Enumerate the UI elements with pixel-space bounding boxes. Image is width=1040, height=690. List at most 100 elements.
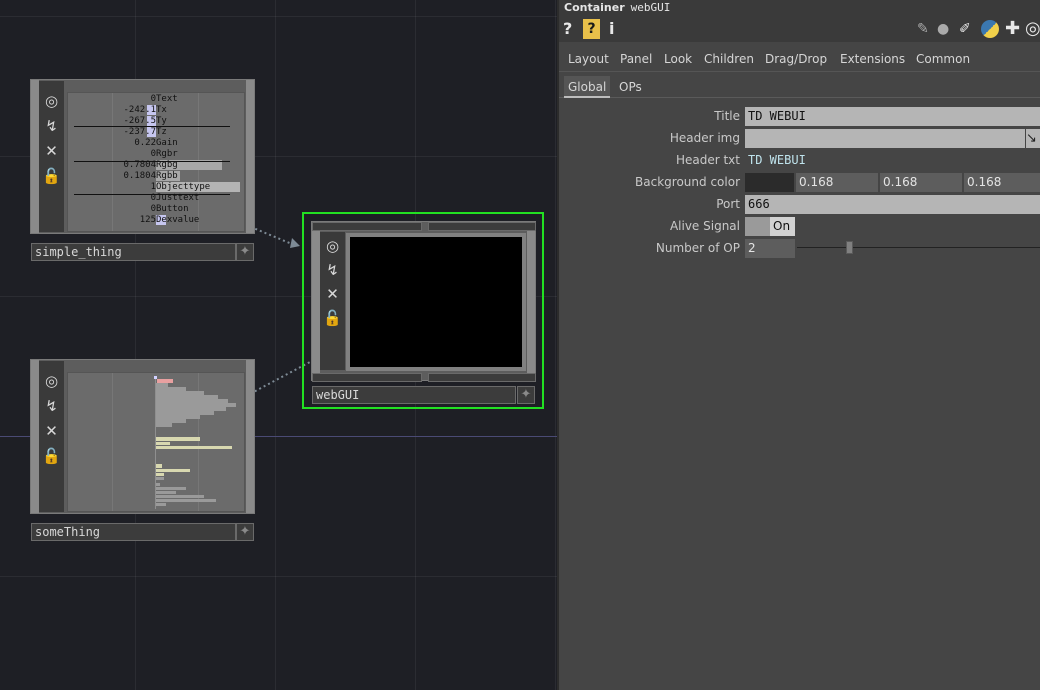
param-header-img: Header img ↘ <box>559 128 1040 148</box>
file-browse-icon[interactable]: ↘ <box>1026 129 1040 148</box>
node-name-label[interactable]: webGUI <box>312 386 516 404</box>
node-name-label[interactable]: someThing <box>31 523 236 541</box>
histogram-bar <box>156 464 162 468</box>
histogram-bar <box>156 491 176 494</box>
histogram-bar <box>156 437 200 441</box>
tab-layout[interactable]: Layout <box>568 46 609 72</box>
parameter-row-name: Tx <box>156 105 167 115</box>
node-viewer <box>67 372 245 512</box>
header-img-field[interactable] <box>745 129 1025 148</box>
parameter-row-name: Ty <box>156 116 167 126</box>
parameter-row-name: Tz <box>156 127 167 137</box>
bypass-icon[interactable]: ↯ <box>320 258 345 282</box>
color-r-field[interactable]: 0.168 <box>796 173 878 192</box>
close-icon[interactable]: ✕ <box>320 282 345 306</box>
lock-icon[interactable]: 🔓 <box>39 164 64 188</box>
header-txt-field[interactable]: TD WEBUI <box>745 151 1040 170</box>
parameter-row-name: Objecttype <box>156 182 211 192</box>
histogram-bar <box>156 473 164 476</box>
alive-signal-toggle[interactable]: On <box>770 217 795 236</box>
info-icon[interactable]: i <box>609 19 614 39</box>
viewer-icon[interactable]: ◎ <box>39 369 64 393</box>
parameter-row-name: Rgbr <box>156 149 178 159</box>
node-add-button[interactable]: ✦ <box>236 243 254 261</box>
comment-icon[interactable]: ● <box>937 19 949 39</box>
param-header-txt-label: Header txt <box>675 153 740 167</box>
tab-look[interactable]: Look <box>664 46 692 72</box>
param-background-color: Background color 0.168 0.168 0.168 <box>559 172 1040 192</box>
node-simple-thing[interactable]: ◎ ↯ ✕ 🔓 0 Text -242.1 Tx -267.5 Ty -237.… <box>30 79 256 261</box>
edit-pencil-icon[interactable]: ✎ <box>917 19 929 39</box>
tab-drag-drop[interactable]: Drag/Drop <box>765 46 827 72</box>
parameter-row-value: 0.22 <box>134 138 156 148</box>
port-field[interactable]: 666 <box>745 195 1040 214</box>
clipboard-icon[interactable]: ✐ <box>959 19 971 39</box>
tab-children[interactable]: Children <box>704 46 754 72</box>
parameter-panel: Container webGUI ? ? i ✎ ● ✐ ✚ ◎ Layout P… <box>557 0 1040 690</box>
viewer-gridline <box>112 373 113 511</box>
close-icon[interactable]: ✕ <box>39 139 64 163</box>
param-number-of-op: Number of OP 2 <box>559 238 1040 258</box>
close-icon[interactable]: ✕ <box>39 419 64 443</box>
panel-header: Container webGUI <box>559 0 1040 16</box>
parameter-row: -237.7 Tz <box>68 127 244 138</box>
tab-common[interactable]: Common <box>916 46 970 72</box>
parameter-subpage-tabs: Global OPs <box>559 76 1040 98</box>
param-alive-signal: Alive Signal On <box>559 216 1040 236</box>
slider-track[interactable] <box>797 247 1040 248</box>
node-left-edge <box>31 360 39 513</box>
parameter-row-value: 0.1804 <box>123 171 156 181</box>
panel-toolbar: ? ? i ✎ ● ✐ ✚ ◎ <box>559 16 1040 42</box>
parameter-row: 125 Dexvalue <box>68 215 244 226</box>
parameter-row-name: Rgbb <box>156 171 178 181</box>
param-port: Port 666 <box>559 194 1040 214</box>
color-g-field[interactable]: 0.168 <box>880 173 962 192</box>
lock-icon[interactable]: 🔓 <box>320 306 345 330</box>
bypass-icon[interactable]: ↯ <box>39 394 64 418</box>
lock-icon[interactable]: 🔓 <box>39 444 64 468</box>
node-add-button[interactable]: ✦ <box>236 523 254 541</box>
toggle-indicator[interactable] <box>745 217 770 236</box>
node-left-edge <box>31 80 39 233</box>
histogram-bar <box>156 499 216 502</box>
viewer-icon[interactable]: ◎ <box>320 234 345 258</box>
plus-icon[interactable]: ✚ <box>1005 19 1020 39</box>
help-icon[interactable]: ? <box>563 19 572 39</box>
tab-global[interactable]: Global <box>564 76 611 98</box>
number-of-op-field[interactable]: 2 <box>745 239 795 258</box>
tab-extensions[interactable]: Extensions <box>840 46 905 72</box>
python-icon[interactable] <box>981 20 999 38</box>
node-frame: ◎ ↯ ✕ 🔓 0 Text -242.1 Tx -267.5 Ty -237.… <box>30 79 255 234</box>
tab-ops[interactable]: OPs <box>619 76 642 98</box>
operator-name[interactable]: webGUI <box>631 1 671 14</box>
parameter-rows: 0 Text -242.1 Tx -267.5 Ty -237.7 Tz 0.22 Gain 0 Rg… <box>68 94 244 231</box>
histogram-bar <box>156 469 190 472</box>
target-icon[interactable]: ◎ <box>1025 19 1040 39</box>
node-right-edge <box>527 222 535 380</box>
histogram-bar <box>156 495 204 498</box>
slider-handle[interactable] <box>846 241 853 254</box>
node-add-button[interactable]: ✦ <box>517 386 535 404</box>
parameter-row: 0.22 Gain <box>68 138 244 149</box>
title-field[interactable]: TD WEBUI <box>745 107 1040 126</box>
histogram-bar <box>156 483 160 486</box>
node-something[interactable]: ◎ ↯ ✕ 🔓 someThing ✦ <box>30 359 256 541</box>
help-box-icon[interactable]: ? <box>583 19 600 39</box>
node-name-label[interactable]: simple_thing <box>31 243 236 261</box>
color-swatch[interactable] <box>745 173 794 192</box>
parameter-row: 0 Button <box>68 204 244 215</box>
node-viewer <box>346 233 526 371</box>
parameter-row: 0 Rgbr <box>68 149 244 160</box>
bypass-icon[interactable]: ↯ <box>39 114 64 138</box>
parameter-page-tabs: Layout Panel Look Children Drag/Drop Ext… <box>559 46 1040 72</box>
operator-type: Container <box>564 1 625 14</box>
node-top-tab <box>428 222 536 231</box>
network-editor[interactable]: ◎ ↯ ✕ 🔓 0 Text -242.1 Tx -267.5 Ty -237.… <box>0 0 557 690</box>
parameter-row-name: Text <box>156 94 178 104</box>
color-b-field[interactable]: 0.168 <box>964 173 1040 192</box>
node-bottom-tab <box>312 373 422 382</box>
tab-panel[interactable]: Panel <box>620 46 652 72</box>
viewer-icon[interactable]: ◎ <box>39 89 64 113</box>
node-webgui[interactable]: ◎ ↯ ✕ 🔓 webGUI ✦ <box>302 212 544 409</box>
histogram-bar <box>156 477 164 480</box>
